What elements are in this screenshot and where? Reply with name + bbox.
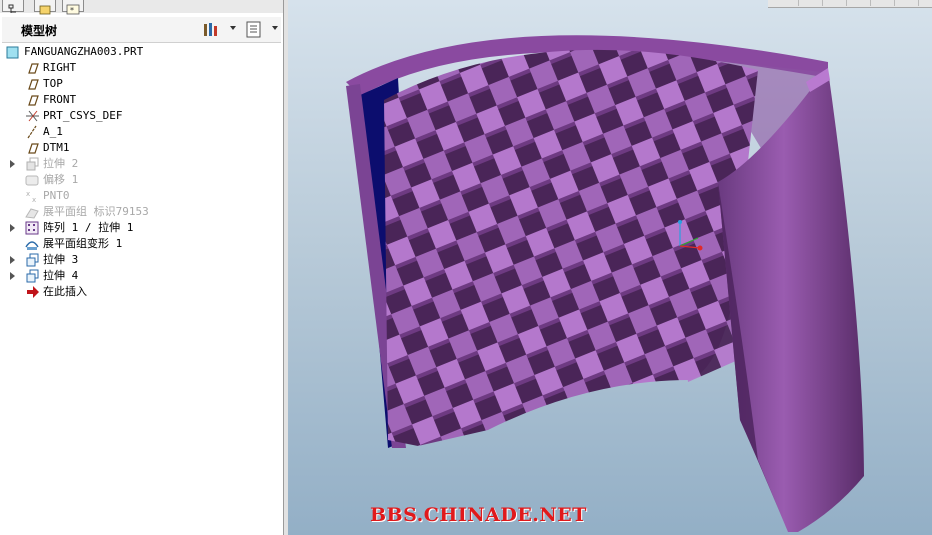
offset-icon [25, 175, 39, 186]
tree-item-label: 展平面组变形 1 [43, 237, 123, 250]
tree-item-pnt0[interactable]: x x PNT0 [0, 188, 281, 204]
part-icon [6, 46, 19, 59]
tree-item-extrude-2[interactable]: 拉伸 2 [0, 156, 281, 172]
favorites-star-icon: * [66, 4, 80, 15]
view-button[interactable] [874, 0, 895, 6]
tree-item-label: A_1 [43, 125, 63, 138]
tree-item-flatten-deform[interactable]: 展平面组变形 1 [0, 236, 281, 252]
view-button[interactable] [898, 0, 919, 6]
expand-arrow-icon[interactable] [10, 224, 15, 232]
tree-item-dtm1[interactable]: DTM1 [0, 140, 281, 156]
tree-item-label: 偏移 1 [43, 173, 79, 186]
tree-item-label: DTM1 [43, 141, 70, 154]
svg-text:*: * [70, 6, 74, 15]
tree-settings-icon[interactable] [202, 21, 220, 38]
show-list-icon[interactable] [245, 21, 263, 38]
tree-item-label: 展平面组 标识79153 [43, 205, 149, 218]
datum-plane-icon [28, 79, 39, 90]
tree-item-right[interactable]: RIGHT [0, 60, 281, 76]
tree-item-offset-1[interactable]: 偏移 1 [0, 172, 281, 188]
view-button[interactable] [826, 0, 847, 6]
model-render [346, 35, 864, 532]
tree-item-top[interactable]: TOP [0, 76, 281, 92]
svg-text:x: x [32, 196, 36, 203]
folder-browser-tab[interactable] [34, 0, 56, 15]
tree-item-csys[interactable]: PRT_CSYS_DEF [0, 108, 281, 124]
tree-item-extrude-4[interactable]: 拉伸 4 [0, 268, 281, 284]
coordinate-system-icon [26, 110, 39, 122]
tree-structure-icon [8, 4, 16, 13]
tree-item-label: PNT0 [43, 189, 70, 202]
extrude-icon [26, 269, 39, 283]
pattern-icon [25, 221, 39, 235]
view-button[interactable] [778, 0, 799, 6]
panel-title: 模型树 [21, 24, 58, 38]
flatten-quilt-icon [25, 208, 39, 219]
datum-plane-icon [28, 95, 39, 106]
favorites-tab[interactable]: * [62, 0, 84, 15]
flatten-deform-icon [25, 241, 39, 250]
datum-plane-icon [28, 63, 39, 74]
graphics-viewport[interactable] [288, 0, 932, 535]
tree-item-label: 拉伸 4 [43, 269, 79, 282]
tree-item-label: 拉伸 3 [43, 253, 79, 266]
view-toolbar [768, 0, 932, 8]
expand-arrow-icon[interactable] [10, 272, 15, 280]
datum-plane-icon [28, 143, 39, 154]
tree-item-extrude-3[interactable]: 拉伸 3 [0, 252, 281, 268]
tree-item-label: FANGUANGZHA003.PRT [24, 45, 144, 58]
tree-item-pattern-1[interactable]: 阵列 1 / 拉伸 1 [0, 220, 281, 236]
svg-text:x: x [26, 190, 30, 198]
tree-item-label: PRT_CSYS_DEF [43, 109, 123, 122]
tree-item-label: 拉伸 2 [43, 157, 79, 170]
model-tree-panel: * 模型树 FANGUANGZHA003.PRT RIGHT TOP FRONT… [0, 0, 284, 535]
tree-item-label: 阵列 1 / 拉伸 1 [43, 221, 134, 234]
insert-here-arrow-icon [27, 286, 39, 298]
tree-item-part[interactable]: FANGUANGZHA003.PRT [0, 44, 281, 60]
view-button[interactable] [802, 0, 823, 6]
tree-item-front[interactable]: FRONT [0, 92, 281, 108]
view-button[interactable] [850, 0, 871, 6]
panel-toolbar: * [0, 0, 283, 15]
chevron-down-icon[interactable] [272, 26, 278, 30]
chevron-down-icon[interactable] [230, 26, 236, 30]
tree-item-label: RIGHT [43, 61, 77, 74]
datum-point-icon: x x [26, 190, 36, 203]
tree-item-label: TOP [43, 77, 63, 90]
tree-header: 模型树 [2, 17, 281, 43]
tree-item-label: 在此插入 [43, 285, 87, 298]
tree-item-label: FRONT [43, 93, 77, 106]
extrude-icon [26, 253, 39, 267]
expand-arrow-icon[interactable] [10, 256, 15, 264]
tree-item-insert-here[interactable]: 在此插入 [0, 284, 281, 300]
folder-icon [39, 5, 51, 15]
datum-axis-icon [27, 125, 37, 139]
watermark: BBS.CHINADE.NET [370, 504, 587, 526]
extrude-icon [26, 157, 39, 171]
tree-item-flatten-quilt[interactable]: 展平面组 标识79153 [0, 204, 281, 220]
tree-item-axis[interactable]: A_1 [0, 124, 281, 140]
expand-arrow-icon[interactable] [10, 160, 15, 168]
model-tree-tab[interactable] [2, 0, 24, 13]
